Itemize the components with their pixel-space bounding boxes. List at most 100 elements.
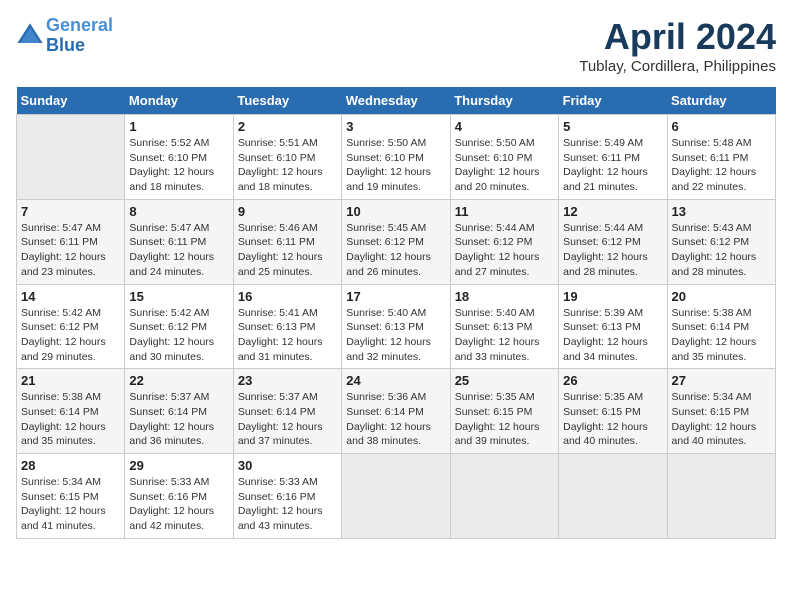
day-number: 9 [238,204,337,219]
logo-icon [16,22,44,50]
day-number: 7 [21,204,120,219]
day-number: 11 [455,204,554,219]
day-number: 13 [672,204,771,219]
day-number: 5 [563,119,662,134]
cell-info: Sunrise: 5:38 AMSunset: 6:14 PMDaylight:… [21,390,120,449]
calendar-cell: 7 Sunrise: 5:47 AMSunset: 6:11 PMDaylight… [17,199,125,284]
cell-info: Sunrise: 5:35 AMSunset: 6:15 PMDaylight:… [455,390,554,449]
calendar-cell: 6Sunrise: 5:48 AMSunset: 6:11 PMDaylight… [667,115,775,200]
day-number: 18 [455,289,554,304]
day-number: 26 [563,373,662,388]
day-number: 14 [21,289,120,304]
logo-text: General Blue [46,16,113,56]
day-number: 15 [129,289,228,304]
calendar-cell: 10 Sunrise: 5:45 AMSunset: 6:12 PMDayligh… [342,199,450,284]
cell-info: Sunrise: 5:38 AMSunset: 6:14 PMDaylight:… [672,306,771,365]
cell-info: Sunrise: 5:40 AMSunset: 6:13 PMDaylight:… [346,306,445,365]
cell-info: Sunrise: 5:39 AMSunset: 6:13 PMDaylight:… [563,306,662,365]
cell-info: Sunrise: 5:43 AMSunset: 6:12 PMDaylight:… [672,221,771,280]
day-number: 3 [346,119,445,134]
calendar-cell: 18 Sunrise: 5:40 AMSunset: 6:13 PMDayligh… [450,284,558,369]
cell-info: Sunrise: 5:36 AMSunset: 6:14 PMDaylight:… [346,390,445,449]
calendar-cell: 27 Sunrise: 5:34 AMSunset: 6:15 PMDayligh… [667,369,775,454]
weekday-header: Tuesday [233,87,341,115]
calendar-week-row: 14 Sunrise: 5:42 AMSunset: 6:12 PMDayligh… [17,284,776,369]
calendar-cell: 4 Sunrise: 5:50 AMSunset: 6:10 PMDaylight… [450,115,558,200]
weekday-header: Monday [125,87,233,115]
calendar-week-row: 1 Sunrise: 5:52 AMSunset: 6:10 PMDaylight… [17,115,776,200]
calendar-week-row: 21 Sunrise: 5:38 AMSunset: 6:14 PMDayligh… [17,369,776,454]
cell-info: Sunrise: 5:46 AMSunset: 6:11 PMDaylight:… [238,221,337,280]
cell-info: Sunrise: 5:45 AMSunset: 6:12 PMDaylight:… [346,221,445,280]
day-number: 2 [238,119,337,134]
weekday-header: Friday [559,87,667,115]
month-title: April 2024 [579,16,776,58]
calendar-cell [17,115,125,200]
cell-info: Sunrise: 5:47 AMSunset: 6:11 PMDaylight:… [129,221,228,280]
cell-info: Sunrise: 5:44 AMSunset: 6:12 PMDaylight:… [563,221,662,280]
header: General Blue April 2024 Tublay, Cordille… [16,16,776,75]
calendar-cell: 5 Sunrise: 5:49 AMSunset: 6:11 PMDaylight… [559,115,667,200]
calendar-cell: 26Sunrise: 5:35 AMSunset: 6:15 PMDayligh… [559,369,667,454]
day-number: 25 [455,373,554,388]
calendar-cell: 2 Sunrise: 5:51 AMSunset: 6:10 PMDaylight… [233,115,341,200]
cell-info: Sunrise: 5:48 AMSunset: 6:11 PMDaylight:… [672,136,771,195]
day-number: 20 [672,289,771,304]
day-number: 23 [238,373,337,388]
day-number: 4 [455,119,554,134]
day-number: 17 [346,289,445,304]
calendar-cell [450,454,558,539]
calendar-week-row: 28Sunrise: 5:34 AMSunset: 6:15 PMDayligh… [17,454,776,539]
cell-info: Sunrise: 5:40 AMSunset: 6:13 PMDaylight:… [455,306,554,365]
day-number: 24 [346,373,445,388]
calendar-cell: 12 Sunrise: 5:44 AMSunset: 6:12 PMDayligh… [559,199,667,284]
calendar-week-row: 7 Sunrise: 5:47 AMSunset: 6:11 PMDaylight… [17,199,776,284]
day-number: 10 [346,204,445,219]
day-number: 21 [21,373,120,388]
cell-info: Sunrise: 5:50 AMSunset: 6:10 PMDaylight:… [455,136,554,195]
calendar-cell: 8 Sunrise: 5:47 AMSunset: 6:11 PMDaylight… [125,199,233,284]
weekday-header: Sunday [17,87,125,115]
day-number: 19 [563,289,662,304]
calendar-cell: 13 Sunrise: 5:43 AMSunset: 6:12 PMDayligh… [667,199,775,284]
cell-info: Sunrise: 5:44 AMSunset: 6:12 PMDaylight:… [455,221,554,280]
calendar-cell: 28Sunrise: 5:34 AMSunset: 6:15 PMDayligh… [17,454,125,539]
calendar-cell: 20 Sunrise: 5:38 AMSunset: 6:14 PMDayligh… [667,284,775,369]
calendar-table: SundayMondayTuesdayWednesdayThursdayFrid… [16,87,776,539]
weekday-header: Thursday [450,87,558,115]
cell-info: Sunrise: 5:33 AMSunset: 6:16 PMDaylight:… [129,475,228,534]
calendar-cell: 29 Sunrise: 5:33 AMSunset: 6:16 PMDayligh… [125,454,233,539]
calendar-cell: 9 Sunrise: 5:46 AMSunset: 6:11 PMDaylight… [233,199,341,284]
calendar-cell: 15 Sunrise: 5:42 AMSunset: 6:12 PMDayligh… [125,284,233,369]
cell-info: Sunrise: 5:34 AMSunset: 6:15 PMDaylight:… [672,390,771,449]
calendar-cell [667,454,775,539]
day-number: 27 [672,373,771,388]
day-number: 30 [238,458,337,473]
cell-info: Sunrise: 5:37 AMSunset: 6:14 PMDaylight:… [238,390,337,449]
calendar-cell: 1 Sunrise: 5:52 AMSunset: 6:10 PMDaylight… [125,115,233,200]
cell-info: Sunrise: 5:52 AMSunset: 6:10 PMDaylight:… [129,136,228,195]
calendar-cell: 17 Sunrise: 5:40 AMSunset: 6:13 PMDayligh… [342,284,450,369]
calendar-cell: 3Sunrise: 5:50 AMSunset: 6:10 PMDaylight… [342,115,450,200]
calendar-cell [342,454,450,539]
day-number: 22 [129,373,228,388]
day-number: 12 [563,204,662,219]
title-area: April 2024 Tublay, Cordillera, Philippin… [579,16,776,75]
cell-info: Sunrise: 5:42 AMSunset: 6:12 PMDaylight:… [129,306,228,365]
day-number: 16 [238,289,337,304]
calendar-cell: 24 Sunrise: 5:36 AMSunset: 6:14 PMDayligh… [342,369,450,454]
day-number: 1 [129,119,228,134]
calendar-cell: 14Sunrise: 5:42 AMSunset: 6:12 PMDayligh… [17,284,125,369]
calendar-cell: 22Sunrise: 5:37 AMSunset: 6:14 PMDayligh… [125,369,233,454]
calendar-cell: 19 Sunrise: 5:39 AMSunset: 6:13 PMDayligh… [559,284,667,369]
cell-info: Sunrise: 5:51 AMSunset: 6:10 PMDaylight:… [238,136,337,195]
cell-info: Sunrise: 5:49 AMSunset: 6:11 PMDaylight:… [563,136,662,195]
cell-info: Sunrise: 5:47 AMSunset: 6:11 PMDaylight:… [21,221,120,280]
calendar-cell [559,454,667,539]
weekday-header: Wednesday [342,87,450,115]
cell-info: Sunrise: 5:34 AMSunset: 6:15 PMDaylight:… [21,475,120,534]
day-number: 8 [129,204,228,219]
logo: General Blue [16,16,113,56]
weekday-header-row: SundayMondayTuesdayWednesdayThursdayFrid… [17,87,776,115]
day-number: 29 [129,458,228,473]
